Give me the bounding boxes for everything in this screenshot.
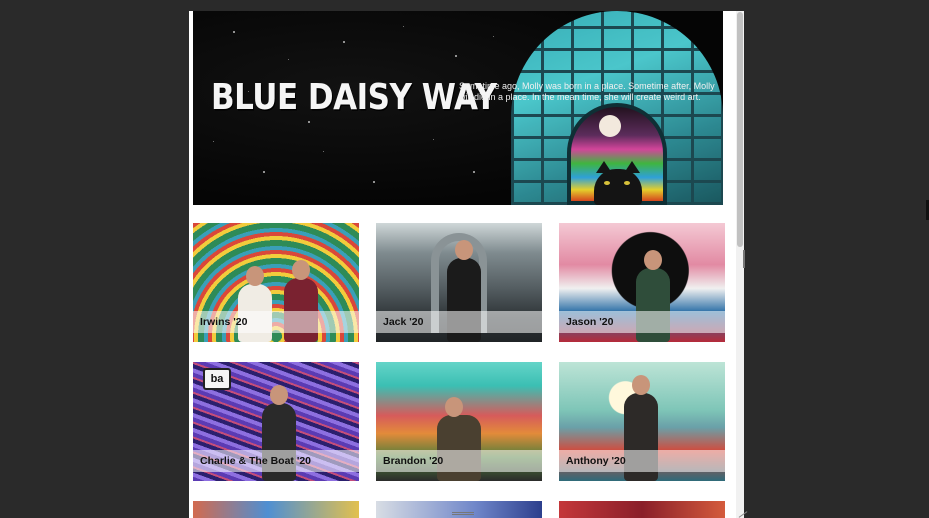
bottom-drag-handle-icon[interactable] — [452, 512, 474, 515]
card-artwork — [559, 501, 725, 518]
card-caption: Jack '20 — [383, 316, 424, 328]
gallery-card-partial[interactable] — [376, 501, 542, 518]
gallery-card-jack[interactable]: Jack '20 — [376, 223, 542, 342]
frame-divider-handle[interactable] — [743, 250, 745, 268]
card-caption: Brandon '20 — [383, 455, 444, 467]
gallery-card-partial[interactable] — [193, 501, 359, 518]
vertical-scrollbar-thumb[interactable] — [737, 12, 743, 247]
moon-illustration — [599, 115, 621, 137]
black-cat-illustration — [594, 161, 642, 205]
gallery-card-brandon[interactable]: Brandon '20 — [376, 362, 542, 481]
bus-stop-sign: ba — [203, 368, 231, 390]
site-title: BLUE DAISY WAY — [211, 77, 497, 119]
gallery-card-anthony[interactable]: Anthony '20 — [559, 362, 725, 481]
card-artwork — [376, 501, 542, 518]
card-caption: Charlie & The Boat '20 — [200, 455, 312, 467]
gallery-card-irwins[interactable]: Irwins '20 — [193, 223, 359, 342]
card-caption: Irwins '20 — [200, 316, 248, 328]
gallery-card-charlie-and-the-boat[interactable]: ba Charlie & The Boat '20 — [193, 362, 359, 481]
card-caption: Anthony '20 — [566, 455, 626, 467]
page-content: BLUE DAISY WAY Sometime ago, Molly was b… — [189, 11, 736, 518]
gallery-card-jason[interactable]: Jason '20 — [559, 223, 725, 342]
card-artwork — [193, 501, 359, 518]
gallery-card-partial[interactable] — [559, 501, 725, 518]
resize-grip-icon[interactable] — [738, 510, 748, 518]
card-caption: Jason '20 — [566, 316, 614, 328]
hero-blurb: Sometime ago, Molly was born in a place.… — [459, 81, 715, 102]
